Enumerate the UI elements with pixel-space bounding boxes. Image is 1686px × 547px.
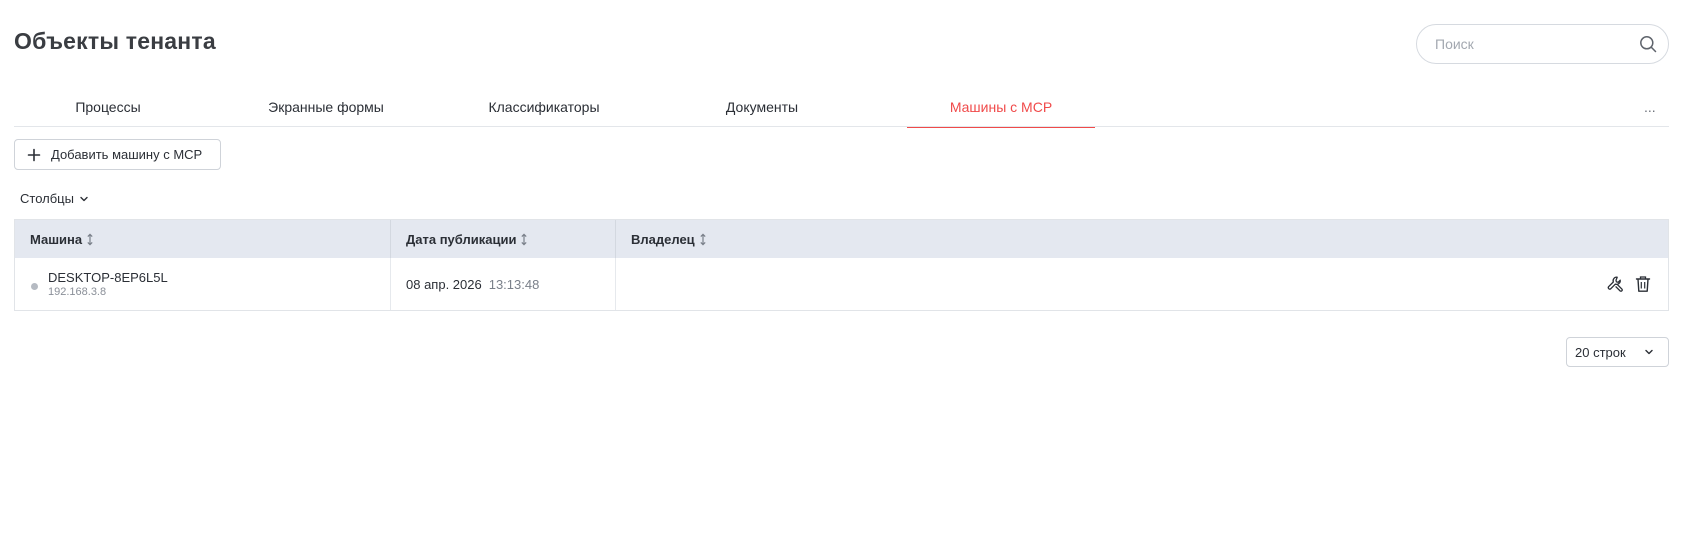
sort-icon[interactable]: [699, 233, 707, 246]
tab-processes[interactable]: Процессы: [14, 86, 202, 127]
wrench-icon[interactable]: [1604, 273, 1626, 295]
plus-icon: [27, 148, 41, 162]
tab-screen-forms[interactable]: Экранные формы: [232, 86, 420, 127]
publish-time: 13:13:48: [488, 276, 540, 292]
publish-date: 08 апр. 2026: [406, 276, 482, 292]
add-button-label: Добавить машину с MCP: [51, 147, 203, 162]
trash-icon[interactable]: [1632, 273, 1654, 295]
machine-cell: DESKTOP-8EP6L5L 192.168.3.8: [15, 258, 391, 310]
column-header-label: Дата публикации: [406, 231, 517, 247]
search-box[interactable]: [1416, 24, 1669, 64]
status-dot: [31, 282, 38, 290]
chevron-down-icon: [1644, 347, 1654, 357]
tab-classifiers[interactable]: Классификаторы: [450, 86, 638, 127]
tabs-more-button[interactable]: ...: [1644, 86, 1656, 127]
machines-table: Машина Дата публикации Владелец DESKTOP-…: [14, 219, 1669, 311]
page-size-select[interactable]: 20 строк: [1566, 337, 1669, 367]
column-header-publish-date[interactable]: Дата публикации: [391, 220, 616, 258]
machine-ip: 192.168.3.8: [48, 285, 107, 298]
table-header: Машина Дата публикации Владелец: [15, 220, 1668, 258]
search-icon[interactable]: [1638, 34, 1658, 54]
add-mcp-machine-button[interactable]: Добавить машину с MCP: [14, 139, 221, 170]
chevron-down-icon: [79, 194, 89, 204]
columns-toggle-label: Столбцы: [20, 191, 74, 206]
tab-bar: Процессы Экранные формы Классификаторы Д…: [14, 86, 1669, 128]
tab-documents[interactable]: Документы: [668, 86, 856, 127]
table-row[interactable]: DESKTOP-8EP6L5L 192.168.3.8 08 апр. 2026…: [15, 258, 1668, 310]
page: Объекты тенанта Процессы Экранные формы …: [0, 0, 1686, 547]
column-header-label: Машина: [30, 231, 83, 247]
columns-toggle[interactable]: Столбцы: [20, 191, 89, 206]
sort-icon[interactable]: [86, 233, 94, 246]
owner-cell: [616, 258, 1668, 310]
column-header-machine[interactable]: Машина: [15, 220, 391, 258]
machine-name: DESKTOP-8EP6L5L: [48, 269, 168, 285]
search-input[interactable]: [1433, 35, 1638, 53]
page-size-label: 20 строк: [1575, 344, 1626, 360]
page-title: Объекты тенанта: [14, 28, 216, 54]
publish-date-cell: 08 апр. 2026 13:13:48: [391, 258, 616, 310]
sort-icon[interactable]: [520, 233, 528, 246]
column-header-owner[interactable]: Владелец: [616, 220, 1668, 258]
tab-mcp-machines[interactable]: Машины с MCP: [907, 86, 1095, 128]
column-header-label: Владелец: [631, 231, 695, 247]
